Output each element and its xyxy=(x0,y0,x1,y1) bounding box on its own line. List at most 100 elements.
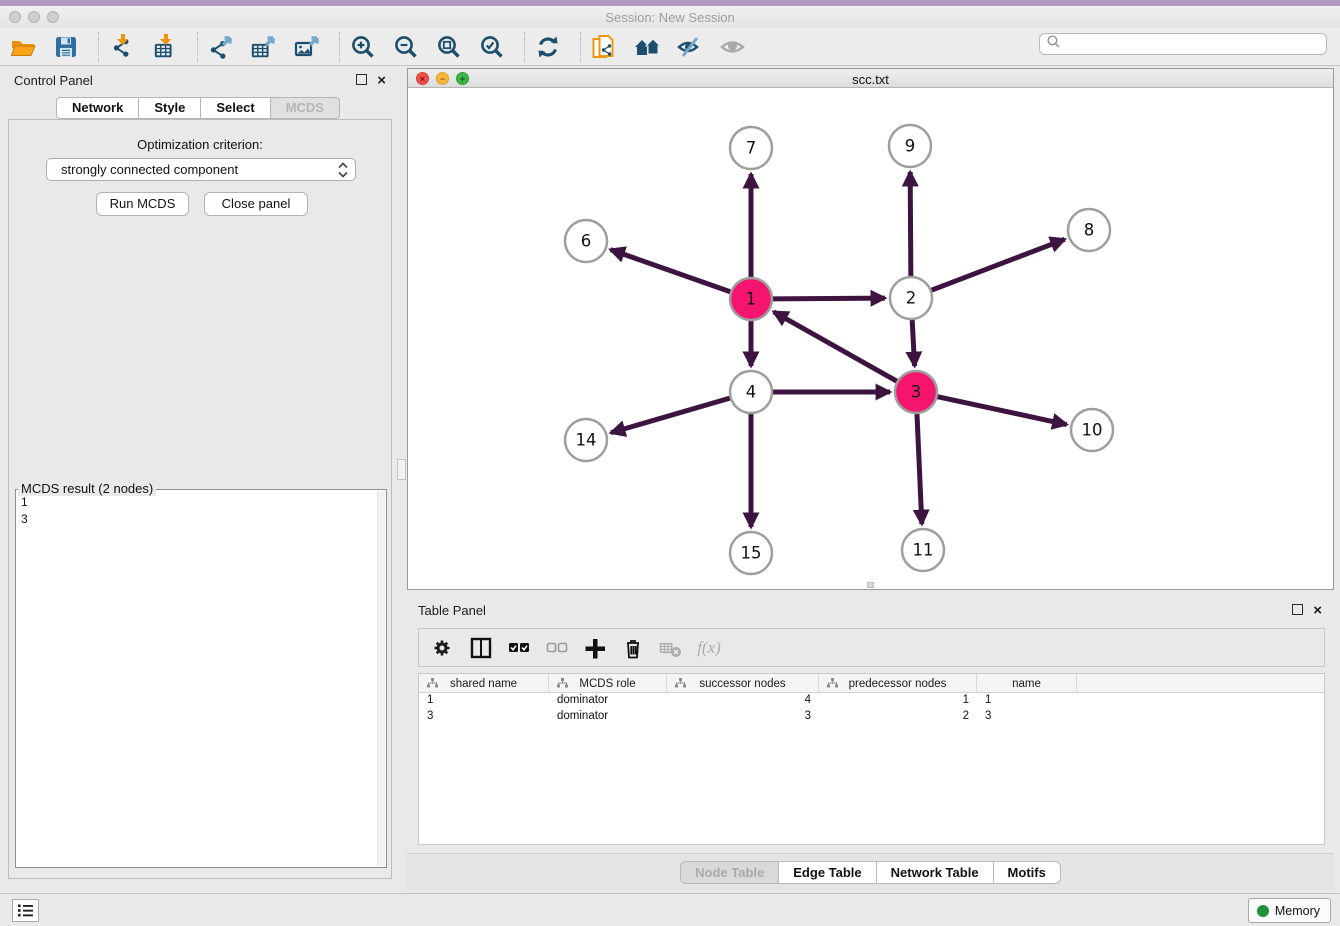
tab-node-table[interactable]: Node Table xyxy=(680,861,779,884)
tab-network[interactable]: Network xyxy=(56,97,139,119)
dropdown-stepper-icon xyxy=(337,161,349,182)
graph-node-2[interactable]: 2 xyxy=(890,277,932,319)
cell-name[interactable]: 3 xyxy=(977,709,1077,725)
toggle-panes-icon[interactable] xyxy=(469,636,493,660)
column-header-name[interactable]: name xyxy=(977,674,1077,693)
export-table-icon[interactable] xyxy=(251,34,277,60)
clone-network-icon[interactable] xyxy=(591,34,617,60)
graph-node-15[interactable]: 15 xyxy=(730,532,772,574)
first-neighbors-icon[interactable] xyxy=(634,34,660,60)
result-scrollbar[interactable] xyxy=(377,491,385,866)
import-network-icon[interactable] xyxy=(109,34,135,60)
toolbar-separator xyxy=(580,32,581,62)
graph-node-14[interactable]: 14 xyxy=(565,419,607,461)
search-box[interactable] xyxy=(1039,33,1327,55)
edge-2-3[interactable] xyxy=(912,320,914,366)
column-header-shared-name[interactable]: shared name xyxy=(419,674,549,693)
import-table-icon[interactable] xyxy=(152,34,178,60)
table-toolbar: f(x) xyxy=(418,628,1325,667)
graph-node-7[interactable]: 7 xyxy=(730,127,772,169)
tab-style[interactable]: Style xyxy=(139,97,201,119)
tab-mcds[interactable]: MCDS xyxy=(271,97,340,119)
column-header-predecessor-nodes[interactable]: predecessor nodes xyxy=(819,674,977,693)
save-session-icon[interactable] xyxy=(53,34,79,60)
column-settings-icon[interactable] xyxy=(431,636,455,660)
control-panel: Control Panel × NetworkStyleSelectMCDS O… xyxy=(0,66,396,893)
table-row[interactable]: 1dominator411 xyxy=(419,693,1324,709)
edge-4-14[interactable] xyxy=(611,398,730,433)
graph-node-6[interactable]: 6 xyxy=(565,220,607,262)
deselect-all-icon[interactable] xyxy=(545,636,569,660)
tab-motifs[interactable]: Motifs xyxy=(994,861,1061,884)
zoom-in-icon[interactable] xyxy=(350,34,376,60)
tab-network-table[interactable]: Network Table xyxy=(877,861,994,884)
sort-icon xyxy=(427,678,438,691)
network-view-window: × − + scc.txt 7968124314101511 xyxy=(407,68,1334,590)
close-panel-icon[interactable]: × xyxy=(377,75,386,86)
delete-column-icon[interactable] xyxy=(621,636,645,660)
tab-edge-table[interactable]: Edge Table xyxy=(779,861,876,884)
close-panel-button[interactable]: Close panel xyxy=(204,192,308,216)
svg-text:11: 11 xyxy=(913,541,934,560)
export-network-icon[interactable] xyxy=(208,34,234,60)
zoom-out-icon[interactable] xyxy=(393,34,419,60)
graph-node-9[interactable]: 9 xyxy=(889,125,931,167)
graph-node-8[interactable]: 8 xyxy=(1068,209,1110,251)
task-history-button[interactable] xyxy=(12,899,39,922)
edge-1-6[interactable] xyxy=(611,250,731,292)
svg-text:7: 7 xyxy=(746,139,757,158)
network-graph-canvas[interactable]: 7 9 6 8 1 2 4 3 14 10 15 11 xyxy=(408,88,1333,589)
open-session-icon[interactable] xyxy=(10,34,36,60)
cell-predecessor-nodes[interactable]: 1 xyxy=(819,693,977,709)
toolbar-separator xyxy=(197,32,198,62)
tab-select[interactable]: Select xyxy=(201,97,270,119)
run-mcds-button[interactable]: Run MCDS xyxy=(96,192,189,216)
export-image-icon[interactable] xyxy=(294,34,320,60)
cell-successor-nodes[interactable]: 4 xyxy=(667,693,819,709)
column-header-successor-nodes[interactable]: successor nodes xyxy=(667,674,819,693)
refresh-view-icon[interactable] xyxy=(535,34,561,60)
memory-button[interactable]: Memory xyxy=(1248,898,1331,923)
cell-name[interactable]: 1 xyxy=(977,693,1077,709)
cell-MCDS-role[interactable]: dominator xyxy=(549,709,667,725)
hide-graphics-details-icon[interactable] xyxy=(677,34,703,60)
edge-2-9[interactable] xyxy=(910,172,911,276)
edge-2-8[interactable] xyxy=(932,239,1065,290)
graph-node-4[interactable]: 4 xyxy=(730,371,772,413)
graph-node-11[interactable]: 11 xyxy=(902,529,944,571)
cell-shared-name[interactable]: 3 xyxy=(419,709,549,725)
cell-shared-name[interactable]: 1 xyxy=(419,693,549,709)
add-column-icon[interactable] xyxy=(583,636,607,660)
svg-text:3: 3 xyxy=(911,383,922,402)
edge-1-2[interactable] xyxy=(773,298,885,299)
select-all-icon[interactable] xyxy=(507,636,531,660)
network-title: scc.txt xyxy=(408,72,1333,87)
graph-node-1[interactable]: 1 xyxy=(730,278,772,320)
criterion-dropdown[interactable]: strongly connected component xyxy=(46,158,356,181)
table-close-icon[interactable]: × xyxy=(1313,605,1322,616)
zoom-selected-icon[interactable] xyxy=(479,34,505,60)
control-panel-title: Control Panel xyxy=(14,73,93,88)
status-bar: Memory xyxy=(0,893,1340,926)
edge-3-1[interactable] xyxy=(774,312,897,381)
control-panel-tabs: NetworkStyleSelectMCDS xyxy=(0,97,396,119)
cell-predecessor-nodes[interactable]: 2 xyxy=(819,709,977,725)
criterion-value: strongly connected component xyxy=(61,162,238,177)
column-header-MCDS-role[interactable]: MCDS role xyxy=(549,674,667,693)
horizontal-splitter-grabber[interactable] xyxy=(867,582,874,588)
edge-3-10[interactable] xyxy=(938,397,1067,425)
node-table[interactable]: shared nameMCDS rolesuccessor nodesprede… xyxy=(418,673,1325,845)
svg-text:6: 6 xyxy=(581,232,592,251)
graph-node-10[interactable]: 10 xyxy=(1071,409,1113,451)
search-input[interactable] xyxy=(1065,35,1326,53)
graph-node-3[interactable]: 3 xyxy=(895,371,937,413)
table-float-icon[interactable] xyxy=(1292,604,1303,615)
table-row[interactable]: 3dominator323 xyxy=(419,709,1324,725)
svg-text:2: 2 xyxy=(906,289,917,308)
zoom-fit-icon[interactable] xyxy=(436,34,462,60)
cell-MCDS-role[interactable]: dominator xyxy=(549,693,667,709)
vertical-splitter-grabber[interactable] xyxy=(397,459,406,480)
float-panel-icon[interactable] xyxy=(356,74,367,85)
edge-3-11[interactable] xyxy=(917,414,922,524)
cell-successor-nodes[interactable]: 3 xyxy=(667,709,819,725)
